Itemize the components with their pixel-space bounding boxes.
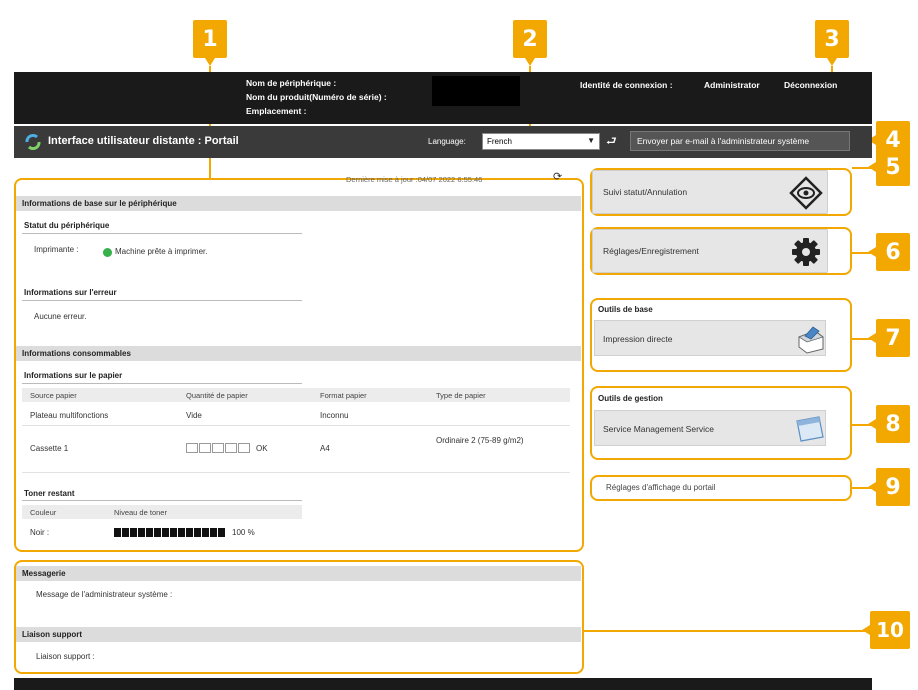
toner-level-text: 100 % [232, 528, 255, 537]
consumables-header: Informations consommables [16, 346, 581, 361]
basic-tools-title: Outils de base [598, 305, 653, 314]
basic-info-header: Informations de base sur le périphérique [16, 196, 581, 211]
status-cancel-label: Suivi statut/Annulation [603, 187, 688, 197]
device-name-label: Nom de périphérique : [246, 78, 337, 88]
support-text: Liaison support : [36, 652, 95, 661]
device-status-title: Statut du périphérique [24, 221, 110, 230]
last-update: Dernière mise à jour :04/07 2022 6:55:46 [346, 175, 483, 184]
refresh-icon[interactable]: ⟳ [553, 170, 562, 183]
callout-6: 6 [868, 233, 910, 271]
toner-color: Noir : [30, 528, 50, 537]
callout-1: 1 [193, 20, 227, 66]
language-select[interactable]: French ▼ [482, 133, 600, 150]
service-management-button[interactable]: Service Management Service [594, 410, 826, 446]
error-info-title: Informations sur l'erreur [24, 288, 117, 297]
language-value: French [487, 137, 512, 146]
title-bar: Interface utilisateur distante : Portail… [14, 126, 872, 158]
col-paper-type: Type de papier [436, 391, 486, 400]
language-label: Language: [428, 137, 466, 146]
col-paper-quantity: Quantité de papier [186, 391, 248, 400]
toner-title: Toner restant [24, 489, 75, 498]
portal-display-settings-link[interactable]: Réglages d'affichage du portail [594, 477, 848, 499]
callout-3: 3 [815, 20, 849, 66]
apply-language-icon[interactable]: ⮐ [606, 132, 617, 153]
callout-9-leader [852, 487, 876, 489]
device-info-value [432, 76, 520, 106]
gear-icon [792, 238, 820, 266]
paper-row-1-format: Inconnu [320, 411, 349, 420]
printer-label: Imprimante : [34, 245, 79, 254]
paper-table-header [22, 388, 570, 402]
login-user: Administrator [704, 80, 760, 90]
callout-8-leader [852, 424, 876, 426]
messaging-text: Message de l'administrateur système : [36, 590, 173, 599]
printer-status: Machine prête à imprimer. [115, 247, 208, 256]
callout-9: 9 [868, 468, 910, 506]
paper-row-2-type: Ordinaire 2 (75-89 g/m2) [436, 436, 524, 445]
email-admin-button[interactable]: Envoyer par e-mail à l'administrateur sy… [630, 131, 850, 151]
paper-row-2-quantity: OK [256, 444, 268, 453]
printer-icon [798, 326, 824, 354]
callout-7-leader [852, 338, 876, 340]
callout-5: 5 [868, 148, 910, 186]
app-logo-icon [25, 134, 41, 150]
direct-print-button[interactable]: Impression directe [594, 320, 826, 356]
callout-2: 2 [513, 20, 547, 66]
col-paper-format: Format papier [320, 391, 367, 400]
product-name-label: Nom du produit(Numéro de série) : [246, 92, 387, 102]
callout-6-leader [852, 252, 876, 254]
eye-icon [789, 176, 823, 210]
chevron-down-icon: ▼ [587, 136, 595, 145]
toner-level-bar [114, 528, 225, 537]
status-cancel-button[interactable]: Suivi statut/Annulation [592, 170, 828, 214]
callout-10-leader [584, 630, 870, 632]
callout-5-leader [852, 167, 876, 169]
status-ok-icon [103, 248, 112, 257]
top-header: Nom de périphérique : Nom du produit(Num… [14, 72, 872, 124]
service-management-label: Service Management Service [603, 424, 715, 434]
paper-row-1-source: Plateau multifonctions [30, 411, 109, 420]
paper-row-2-source: Cassette 1 [30, 444, 69, 453]
paper-info-title: Informations sur le papier [24, 371, 123, 380]
messaging-header: Messagerie [16, 566, 581, 581]
callout-8: 8 [868, 405, 910, 443]
logout-link[interactable]: Déconnexion [784, 80, 837, 90]
support-header: Liaison support [16, 627, 581, 642]
location-label: Emplacement : [246, 106, 307, 116]
paper-row-1-quantity: Vide [186, 411, 202, 420]
login-id-label: Identité de connexion : [580, 80, 673, 90]
window-icon [796, 416, 824, 442]
paper-row-2-format: A4 [320, 444, 330, 453]
col-toner-color: Couleur [30, 508, 57, 517]
callout-10: 10 [862, 611, 910, 649]
settings-button[interactable]: Réglages/Enregistrement [592, 229, 828, 273]
app-title: Interface utilisateur distante : Portail [48, 135, 239, 147]
callout-1-highlight [14, 178, 584, 552]
col-toner-level: Niveau de toner [114, 508, 167, 517]
management-tools-title: Outils de gestion [598, 394, 663, 403]
settings-label: Réglages/Enregistrement [603, 246, 699, 256]
col-paper-source: Source papier [30, 391, 77, 400]
bottom-bar [14, 678, 872, 690]
paper-level-gauge [186, 443, 250, 453]
callout-7: 7 [868, 319, 910, 357]
direct-print-label: Impression directe [603, 334, 673, 344]
error-text: Aucune erreur. [34, 312, 87, 321]
